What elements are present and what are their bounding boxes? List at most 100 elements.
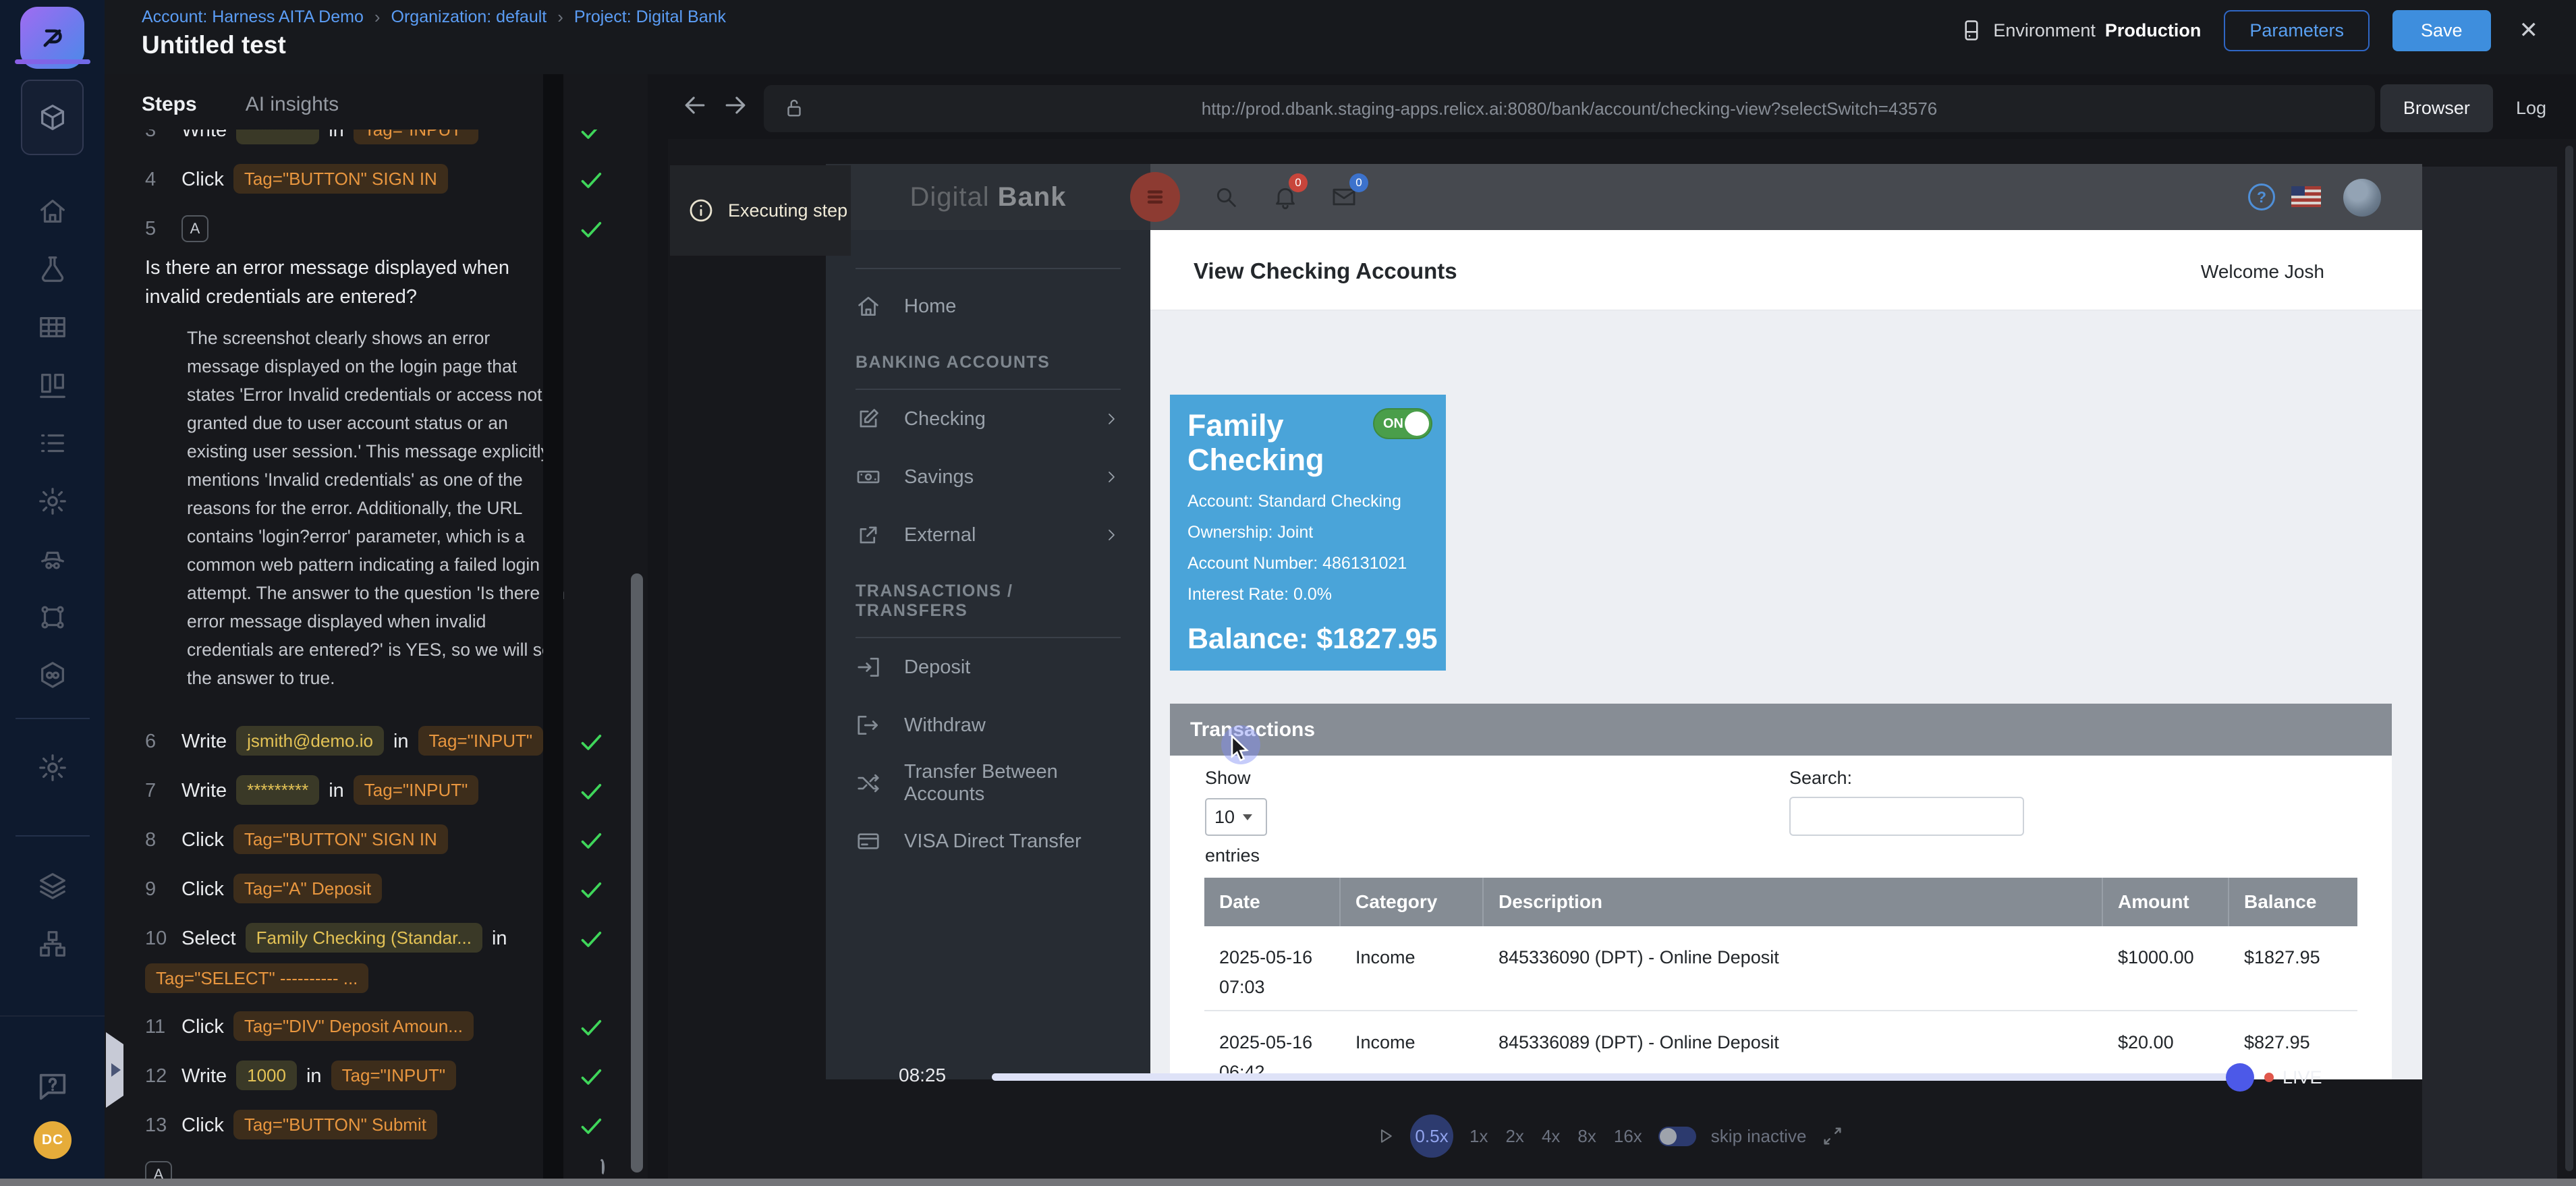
steps-scrollbar[interactable] — [631, 573, 643, 1173]
rail-item[interactable] — [37, 646, 68, 704]
speed-option[interactable]: 0.5x — [1410, 1114, 1453, 1158]
caret-down-icon — [1243, 814, 1252, 820]
speed-option[interactable]: 1x — [1468, 1126, 1489, 1147]
forward-button[interactable] — [721, 90, 750, 120]
page-title: Untitled test — [142, 31, 286, 59]
speed-option[interactable]: 4x — [1540, 1126, 1561, 1147]
app-brand[interactable]: Digital Bank — [826, 164, 1150, 230]
rail-item[interactable] — [37, 414, 68, 472]
rail-item[interactable] — [37, 530, 68, 588]
search-label: Search: — [1789, 768, 1852, 789]
breadcrumb-link[interactable]: Project: Digital Bank — [574, 7, 726, 27]
breadcrumb-link[interactable]: Account: Harness AITA Demo — [142, 7, 364, 27]
step-token: Write — [181, 775, 227, 806]
fullscreen-icon[interactable] — [1821, 1125, 1844, 1148]
table-header-cell[interactable]: Description — [1484, 878, 2103, 926]
breadcrumb: Account: Harness AITA Demo›Organization:… — [142, 7, 726, 28]
check-icon — [578, 1063, 605, 1090]
table-header-cell[interactable]: Amount — [2103, 878, 2229, 926]
playback-handle[interactable] — [2226, 1063, 2254, 1092]
sidebar-item[interactable]: External — [856, 506, 1121, 564]
viewport-scrollbar[interactable] — [2565, 146, 2573, 1171]
table-row[interactable]: 2025-05-1607:03 Income 845336090 (DPT) -… — [1204, 926, 2357, 1011]
app-page-title: View Checking Accounts — [1194, 258, 1457, 284]
transactions-search-input[interactable] — [1789, 797, 2024, 836]
house-icon — [856, 293, 881, 319]
speed-option[interactable]: 8x — [1576, 1126, 1597, 1147]
rail-item[interactable] — [37, 472, 68, 530]
sidebar-item-label: Withdraw — [904, 714, 986, 737]
page-size-select[interactable]: 10 — [1205, 798, 1267, 836]
check-icon — [578, 876, 605, 903]
skip-inactive-toggle[interactable] — [1658, 1127, 1696, 1146]
panel-tab[interactable]: Steps — [142, 93, 197, 116]
sidebar-divider — [856, 268, 1121, 269]
rail-item[interactable] — [37, 182, 68, 240]
cell-description: 845336090 (DPT) - Online Deposit — [1484, 926, 2103, 1010]
step-token: in — [306, 1061, 322, 1092]
play-icon[interactable] — [1375, 1125, 1395, 1148]
panel-collapse-handle[interactable] — [106, 1032, 123, 1108]
app-user-avatar[interactable] — [2343, 179, 2381, 217]
sidebar-toggle-button[interactable] — [1130, 172, 1180, 222]
layers-icon — [37, 870, 68, 901]
lock-icon — [783, 96, 806, 119]
rail-item[interactable] — [37, 739, 68, 797]
speed-option[interactable]: 16x — [1613, 1126, 1644, 1147]
rail-item[interactable] — [37, 588, 68, 646]
rail-item[interactable] — [37, 240, 68, 298]
step-number: 5 — [145, 213, 172, 244]
environment-group: Environment Production — [1959, 18, 2201, 43]
sidebar-item[interactable]: Deposit — [856, 638, 1121, 696]
step-token: 1000 — [236, 1061, 297, 1090]
help-chat-button[interactable] — [0, 1069, 105, 1104]
sidebar-item[interactable]: Transfer Between Accounts — [856, 754, 1121, 812]
table-header-cell[interactable]: Date — [1204, 878, 1341, 926]
sidebar-item[interactable]: Checking — [856, 390, 1121, 448]
step-token: Tag="INPUT" — [354, 775, 479, 805]
cell-amount: $20.00 — [2103, 1011, 2229, 1079]
url-bar[interactable]: http://prod.dbank.staging-apps.relicx.ai… — [764, 85, 2375, 132]
sidebar-item[interactable]: Savings — [856, 448, 1121, 506]
rail-item[interactable] — [21, 80, 84, 155]
step-token: Tag="A" Deposit — [233, 874, 382, 903]
close-button[interactable]: ✕ — [2514, 17, 2544, 44]
sidebar-item[interactable]: Withdraw — [856, 696, 1121, 754]
account-toggle[interactable]: ON — [1373, 408, 1432, 439]
step-token: Family Checking (Standar... — [246, 923, 482, 953]
rail-item[interactable] — [37, 356, 68, 414]
account-balance: Balance: $1827.95 — [1187, 623, 1438, 656]
rail-item[interactable] — [37, 298, 68, 356]
account-card[interactable]: FamilyChecking ON Account: Standard Chec… — [1170, 395, 1446, 671]
language-flag-icon[interactable] — [2291, 186, 2321, 207]
rail-item[interactable] — [37, 915, 68, 973]
view-tab[interactable]: Browser — [2380, 84, 2493, 132]
user-avatar[interactable]: DC — [34, 1121, 72, 1159]
search-icon[interactable] — [1212, 183, 1239, 210]
assertion-badge: A — [181, 215, 208, 242]
steps-scroll-area[interactable]: 3 Write*********inTag="INPUT" 4 — [105, 130, 648, 1179]
check-icon — [578, 1112, 605, 1139]
step-number: 13 — [145, 1110, 172, 1141]
toast-text: Executing step — [728, 200, 847, 221]
parameters-button[interactable]: Parameters — [2224, 10, 2370, 51]
table-row[interactable]: 2025-05-1606:42 Income 845336089 (DPT) -… — [1204, 1011, 2357, 1079]
step-number: 11 — [145, 1011, 172, 1042]
speed-option[interactable]: 2x — [1504, 1126, 1525, 1147]
save-button[interactable]: Save — [2392, 10, 2491, 51]
sidebar-item[interactable]: Home — [856, 277, 1121, 335]
help-icon[interactable]: ? — [2248, 183, 2275, 210]
table-header-cell[interactable]: Balance — [2229, 878, 2357, 926]
panel-tab[interactable]: AI insights — [246, 93, 339, 116]
rail-item[interactable] — [37, 857, 68, 915]
breadcrumb-link[interactable]: Organization: default — [391, 7, 547, 27]
back-button[interactable] — [680, 90, 710, 120]
step-number: 12 — [145, 1061, 172, 1092]
sidebar-item[interactable]: VISA Direct Transfer — [856, 812, 1121, 870]
browser-viewport: Digital Bank 0 0 ? — [668, 139, 2576, 1179]
playback-track[interactable] — [992, 1073, 2235, 1081]
brand-light: Digital — [910, 182, 990, 213]
pipeline-icon — [37, 602, 68, 633]
table-header-cell[interactable]: Category — [1341, 878, 1484, 926]
view-tab[interactable]: Log — [2493, 84, 2569, 132]
